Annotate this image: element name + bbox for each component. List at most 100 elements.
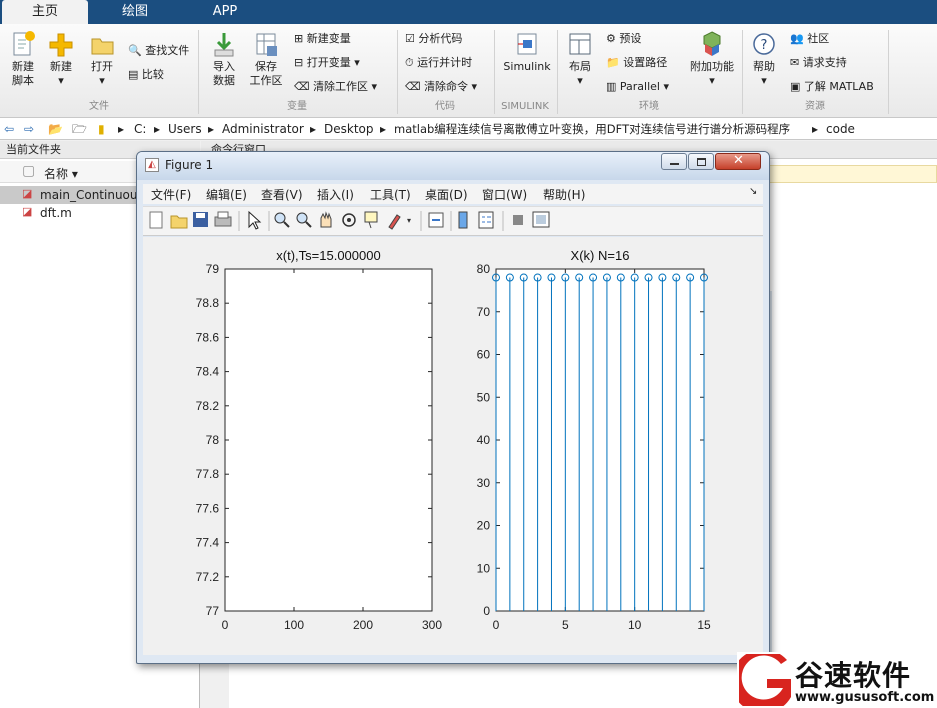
clear-workspace-icon: ⌫ bbox=[294, 80, 310, 93]
matlab-file-icon: ◪ bbox=[22, 205, 33, 218]
show-plot-tools-icon[interactable] bbox=[532, 211, 550, 228]
minimize-icon bbox=[670, 163, 679, 165]
menu-window[interactable]: 窗口(W) bbox=[482, 186, 527, 203]
group-label-code: 代码 bbox=[435, 101, 455, 112]
addons-icon bbox=[703, 31, 721, 56]
import-data-button[interactable]: 导入 数据 bbox=[206, 30, 242, 88]
open-variable-icon: ⊟ bbox=[294, 56, 304, 69]
addons-button[interactable]: 附加功能 ▾ bbox=[686, 30, 738, 88]
preferences-button[interactable]: ⚙ 预设 bbox=[606, 32, 641, 46]
clear-workspace-button[interactable]: ⌫ 清除工作区 ▾ bbox=[294, 80, 377, 94]
data-cursor-icon[interactable] bbox=[364, 211, 378, 229]
new-button[interactable]: 新建 ▾ bbox=[44, 30, 78, 88]
tab-apps[interactable]: APP bbox=[184, 0, 266, 24]
up-folder-icon[interactable]: 📂 bbox=[48, 118, 63, 140]
save-workspace-button[interactable]: 保存 工作区 bbox=[246, 30, 286, 88]
layout-button[interactable]: 布局 ▾ bbox=[562, 30, 598, 88]
menu-insert[interactable]: 插入(I) bbox=[317, 186, 354, 203]
y-tick-label: 78.8 bbox=[196, 296, 220, 310]
back-arrow-icon[interactable]: ⇦ bbox=[4, 118, 14, 140]
y-tick-label: 60 bbox=[477, 348, 491, 362]
community-button[interactable]: 👥 社区 bbox=[790, 32, 829, 46]
legend-icon[interactable] bbox=[478, 211, 494, 229]
figure-canvas: x(t),Ts=15.000000 77 77.2 77.4 77.6 77.8 78 78.… bbox=[143, 237, 763, 655]
parallel-button[interactable]: ▥ Parallel ▾ bbox=[606, 80, 669, 94]
watermark-logo: 谷速软件 www.gususoft.com bbox=[737, 652, 937, 708]
clear-commands-button[interactable]: ⌫ 清除命令 ▾ bbox=[405, 80, 477, 94]
pan-icon[interactable] bbox=[320, 211, 332, 228]
figure-window: ◭ Figure 1 ✕ 文件(F) 编辑(E) 查看(V) 插入(I) 工具(… bbox=[136, 151, 770, 664]
zoom-out-icon[interactable] bbox=[296, 212, 312, 228]
analyze-icon: ☑ bbox=[405, 32, 415, 45]
colorbar-icon[interactable] bbox=[458, 211, 468, 229]
y-tick-label: 80 bbox=[477, 262, 491, 276]
close-button[interactable]: ✕ bbox=[715, 153, 761, 170]
breadcrumb-c[interactable]: C: bbox=[134, 118, 146, 140]
new-script-button[interactable]: 新建 脚本 bbox=[4, 30, 42, 88]
menu-desktop[interactable]: 桌面(D) bbox=[425, 186, 468, 203]
forward-arrow-icon[interactable]: ⇨ bbox=[24, 118, 34, 140]
y-tick-label: 79 bbox=[206, 262, 220, 276]
menu-edit[interactable]: 编辑(E) bbox=[206, 186, 247, 203]
print-icon[interactable] bbox=[214, 211, 232, 227]
browse-folder-icon[interactable]: 🗁 bbox=[72, 118, 87, 140]
breadcrumb-desktop[interactable]: Desktop bbox=[324, 118, 374, 140]
menu-tools[interactable]: 工具(T) bbox=[370, 186, 411, 203]
menu-view[interactable]: 查看(V) bbox=[261, 186, 303, 203]
tab-home[interactable]: 主页 bbox=[2, 0, 88, 24]
new-variable-button[interactable]: ⊞ 新建变量 bbox=[294, 32, 351, 46]
compare-button[interactable]: ▤ 比较 bbox=[128, 68, 164, 82]
find-files-button[interactable]: 🔍 查找文件 bbox=[128, 44, 189, 58]
layout-icon bbox=[569, 33, 591, 55]
tab-plots[interactable]: 绘图 bbox=[94, 0, 176, 24]
breadcrumb-code[interactable]: code bbox=[826, 118, 855, 140]
gear-icon: ⚙ bbox=[606, 32, 616, 45]
new-figure-icon[interactable] bbox=[149, 211, 163, 229]
y-tick-label: 77.2 bbox=[196, 570, 220, 584]
breadcrumb-administrator[interactable]: Administrator bbox=[222, 118, 304, 140]
clear-commands-icon: ⌫ bbox=[405, 80, 421, 93]
y-tick-label: 70 bbox=[477, 305, 491, 319]
learn-matlab-button[interactable]: ▣ 了解 MATLAB bbox=[790, 80, 874, 94]
run-and-time-button[interactable]: ⏱ 运行并计时 bbox=[405, 56, 472, 70]
column-name-header[interactable]: 名称 ▾ bbox=[44, 165, 78, 182]
save-workspace-icon bbox=[256, 33, 277, 56]
edit-plot-icon[interactable] bbox=[248, 210, 262, 230]
dock-arrow-icon[interactable]: ↘ bbox=[749, 186, 757, 197]
zoom-in-icon[interactable] bbox=[274, 212, 290, 228]
open-file-icon[interactable] bbox=[170, 215, 188, 229]
y-tick-label: 78 bbox=[206, 433, 220, 447]
x-tick-label: 0 bbox=[493, 618, 500, 632]
support-icon: ✉ bbox=[790, 56, 800, 69]
y-tick-label: 40 bbox=[477, 433, 491, 447]
help-button[interactable]: ? 帮助 ▾ bbox=[748, 30, 780, 88]
find-files-icon: 🔍 bbox=[128, 44, 142, 57]
y-tick-label: 77.6 bbox=[196, 501, 220, 515]
minimize-button[interactable] bbox=[661, 153, 687, 170]
menu-help[interactable]: 帮助(H) bbox=[543, 186, 585, 203]
open-variable-button[interactable]: ⊟ 打开变量 ▾ bbox=[294, 56, 360, 70]
hide-plot-tools-icon[interactable] bbox=[513, 215, 523, 225]
maximize-button[interactable] bbox=[688, 153, 714, 170]
brush-icon[interactable]: ▾ bbox=[388, 214, 411, 230]
simulink-button[interactable]: Simulink bbox=[500, 30, 554, 74]
ribbon: 新建 脚本 新建 ▾ 打开 ▾ 🔍 查找文件 ▤ 比较 文件 导入 数据 保存 工作区 ⊞… bbox=[0, 24, 937, 118]
open-button[interactable]: 打开 ▾ bbox=[84, 30, 120, 88]
save-icon[interactable] bbox=[193, 212, 208, 227]
link-plot-icon[interactable] bbox=[428, 212, 444, 228]
analyze-code-button[interactable]: ☑ 分析代码 bbox=[405, 32, 462, 46]
breadcrumb-project-folder[interactable]: matlab编程连续信号离散傅立叶变换，用DFT对连续信号进行谱分析源码程序 bbox=[394, 118, 790, 140]
y-tick-label: 78.6 bbox=[196, 330, 220, 344]
x-tick-label: 300 bbox=[422, 618, 442, 632]
set-path-button[interactable]: 📁 设置路径 bbox=[606, 56, 667, 70]
rotate-3d-icon[interactable] bbox=[342, 213, 356, 227]
figure-title: Figure 1 bbox=[165, 158, 214, 172]
compare-icon: ▤ bbox=[128, 68, 139, 81]
svg-text:▾: ▾ bbox=[407, 216, 411, 225]
menu-file[interactable]: 文件(F) bbox=[151, 186, 191, 203]
figure-title-bar[interactable]: ◭ Figure 1 ✕ bbox=[137, 152, 769, 180]
learn-icon: ▣ bbox=[790, 80, 801, 93]
x-tick-label: 10 bbox=[628, 618, 642, 632]
breadcrumb-users[interactable]: Users bbox=[168, 118, 202, 140]
request-support-button[interactable]: ✉ 请求支持 bbox=[790, 56, 847, 70]
